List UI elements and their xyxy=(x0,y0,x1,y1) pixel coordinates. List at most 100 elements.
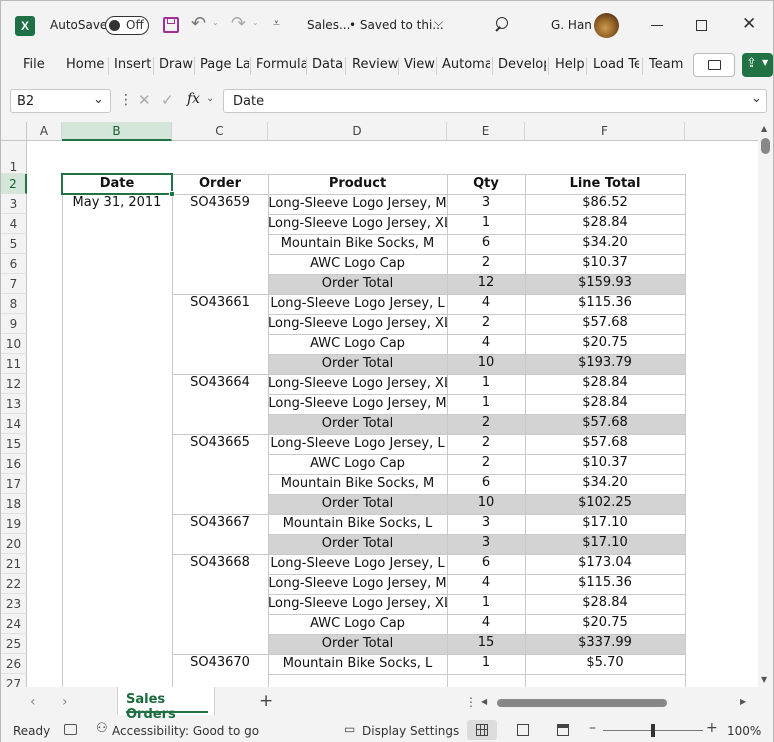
cancel-icon[interactable]: ✕ xyxy=(138,91,151,109)
customize-qat-icon[interactable]: ⩡ xyxy=(273,16,280,31)
accessibility-icon[interactable]: ⚇ xyxy=(96,721,108,736)
select-all-corner[interactable] xyxy=(1,122,27,141)
row-header-22[interactable]: 22 xyxy=(1,574,27,594)
tab-review[interactable]: Review xyxy=(352,57,398,72)
enter-icon[interactable]: ✓ xyxy=(161,91,174,109)
more-options-icon[interactable]: ⋮ xyxy=(119,92,133,108)
tab-insert[interactable]: Insert xyxy=(114,57,151,72)
tab-draw[interactable]: Draw xyxy=(159,57,193,72)
row-header-7[interactable]: 7 xyxy=(1,274,27,294)
row-header-2[interactable]: 2 xyxy=(1,174,27,194)
tab-formulas[interactable]: Formula xyxy=(256,57,306,72)
row-header-15[interactable]: 15 xyxy=(1,434,27,454)
fill-handle[interactable] xyxy=(169,191,175,197)
minimize-icon[interactable] xyxy=(651,25,663,26)
cell-selection[interactable] xyxy=(61,173,173,195)
autosave-toggle[interactable]: Off xyxy=(105,16,149,35)
col-header-d[interactable]: D xyxy=(268,122,447,141)
tab-team[interactable]: Team xyxy=(649,57,683,72)
name-box[interactable]: B2 ⌄ xyxy=(10,89,111,113)
scroll-left-icon[interactable]: ◀ xyxy=(481,697,487,706)
tab-data[interactable]: Data xyxy=(312,57,343,72)
tab-page-layout[interactable]: Page La xyxy=(200,57,249,72)
zoom-in-icon[interactable]: + xyxy=(706,720,718,736)
row-header-20[interactable]: 20 xyxy=(1,534,27,554)
accessibility-status[interactable]: Accessibility: Good to go xyxy=(112,724,259,738)
row-header-8[interactable]: 8 xyxy=(1,294,27,314)
horizontal-scrollbar[interactable]: ◀ ▶ xyxy=(477,695,755,711)
redo-icon[interactable]: ↷ xyxy=(231,13,246,34)
display-settings-icon[interactable]: ▭ xyxy=(344,722,355,736)
row-header-16[interactable]: 16 xyxy=(1,454,27,474)
row-header-5[interactable]: 5 xyxy=(1,234,27,254)
col-header-a[interactable]: A xyxy=(27,122,62,141)
vertical-scrollbar[interactable]: ▲ ▼ xyxy=(758,122,773,687)
undo-dropdown-icon[interactable]: ⌄ xyxy=(212,18,219,27)
close-icon[interactable]: ✕ xyxy=(742,14,756,34)
row-header-17[interactable]: 17 xyxy=(1,474,27,494)
tab-help[interactable]: Help xyxy=(555,57,585,72)
title-chevron-down-icon[interactable]: ⌵ xyxy=(434,15,443,30)
row-header-23[interactable]: 23 xyxy=(1,594,27,614)
page-layout-view-icon[interactable] xyxy=(517,724,529,736)
tab-load-test[interactable]: Load Te xyxy=(593,57,639,72)
macro-recording-icon[interactable] xyxy=(64,724,77,735)
h-scroll-thumb[interactable] xyxy=(497,699,667,707)
tab-home[interactable]: Home xyxy=(66,57,104,72)
row-header-19[interactable]: 19 xyxy=(1,514,27,534)
comments-button[interactable] xyxy=(693,53,735,77)
row-header-26[interactable]: 26 xyxy=(1,654,27,674)
redo-dropdown-icon[interactable]: ⌄ xyxy=(252,18,259,27)
user-name[interactable]: G. Han xyxy=(551,18,592,32)
tab-automate[interactable]: Automat xyxy=(442,57,490,72)
scroll-thumb[interactable] xyxy=(761,138,770,154)
tab-developer[interactable]: Develop xyxy=(498,57,546,72)
scroll-up-icon[interactable]: ▲ xyxy=(761,124,767,133)
display-settings[interactable]: Display Settings xyxy=(362,724,459,738)
scroll-down-icon[interactable]: ▼ xyxy=(761,675,767,684)
tab-bar-more-icon[interactable]: ⋮ xyxy=(465,695,477,709)
row-header-9[interactable]: 9 xyxy=(1,314,27,334)
row-header-3[interactable]: 3 xyxy=(1,194,27,214)
undo-icon[interactable]: ↶ xyxy=(191,13,206,34)
formula-input[interactable]: Date ⌄ xyxy=(223,89,767,113)
save-icon[interactable] xyxy=(163,17,179,33)
row-header-11[interactable]: 11 xyxy=(1,354,27,374)
normal-view-button[interactable] xyxy=(467,720,497,740)
maximize-icon[interactable] xyxy=(696,20,707,31)
row-header-25[interactable]: 25 xyxy=(1,634,27,654)
row-header-24[interactable]: 24 xyxy=(1,614,27,634)
row-header-18[interactable]: 18 xyxy=(1,494,27,514)
row-header-12[interactable]: 12 xyxy=(1,374,27,394)
tab-view[interactable]: View xyxy=(404,57,435,72)
prev-sheet-icon[interactable]: ‹ xyxy=(30,694,36,710)
doc-title[interactable]: Sales... xyxy=(307,18,350,32)
page-break-view-icon[interactable] xyxy=(557,724,569,736)
save-status[interactable]: • Saved to thi... xyxy=(349,18,444,32)
zoom-out-icon[interactable]: – xyxy=(589,720,596,736)
col-header-c[interactable]: C xyxy=(172,122,268,141)
avatar[interactable] xyxy=(594,13,619,38)
row-header-10[interactable]: 10 xyxy=(1,334,27,354)
expand-formula-icon[interactable]: ⌄ xyxy=(751,91,762,106)
row-header-13[interactable]: 13 xyxy=(1,394,27,414)
row-header-1[interactable]: 1 xyxy=(1,141,27,174)
row-header-14[interactable]: 14 xyxy=(1,414,27,434)
row-header-4[interactable]: 4 xyxy=(1,214,27,234)
row-header-27[interactable]: 27 xyxy=(1,674,27,687)
col-header-e[interactable]: E xyxy=(447,122,525,141)
col-header-b[interactable]: B xyxy=(62,122,172,141)
add-sheet-button[interactable]: + xyxy=(259,691,273,711)
sheet-tab-sales-orders[interactable]: Sales Orders xyxy=(117,687,215,722)
row-header-6[interactable]: 6 xyxy=(1,254,27,274)
insert-function-icon[interactable]: fx xyxy=(187,91,200,107)
tab-file[interactable]: File xyxy=(23,57,45,72)
next-sheet-icon[interactable]: › xyxy=(62,694,68,710)
row-header-21[interactable]: 21 xyxy=(1,554,27,574)
scroll-right-icon[interactable]: ▶ xyxy=(740,697,746,706)
share-button[interactable]: ⇪ ▼ xyxy=(742,53,773,77)
zoom-level[interactable]: 100% xyxy=(727,724,761,738)
zoom-slider-thumb[interactable] xyxy=(651,724,655,737)
col-header-f[interactable]: F xyxy=(525,122,685,141)
worksheet-grid[interactable]: A B C D E F 1 2 3 4 5 6 7 8 9 10 11 12 13 14 15 16 17 18 1… xyxy=(1,122,758,687)
